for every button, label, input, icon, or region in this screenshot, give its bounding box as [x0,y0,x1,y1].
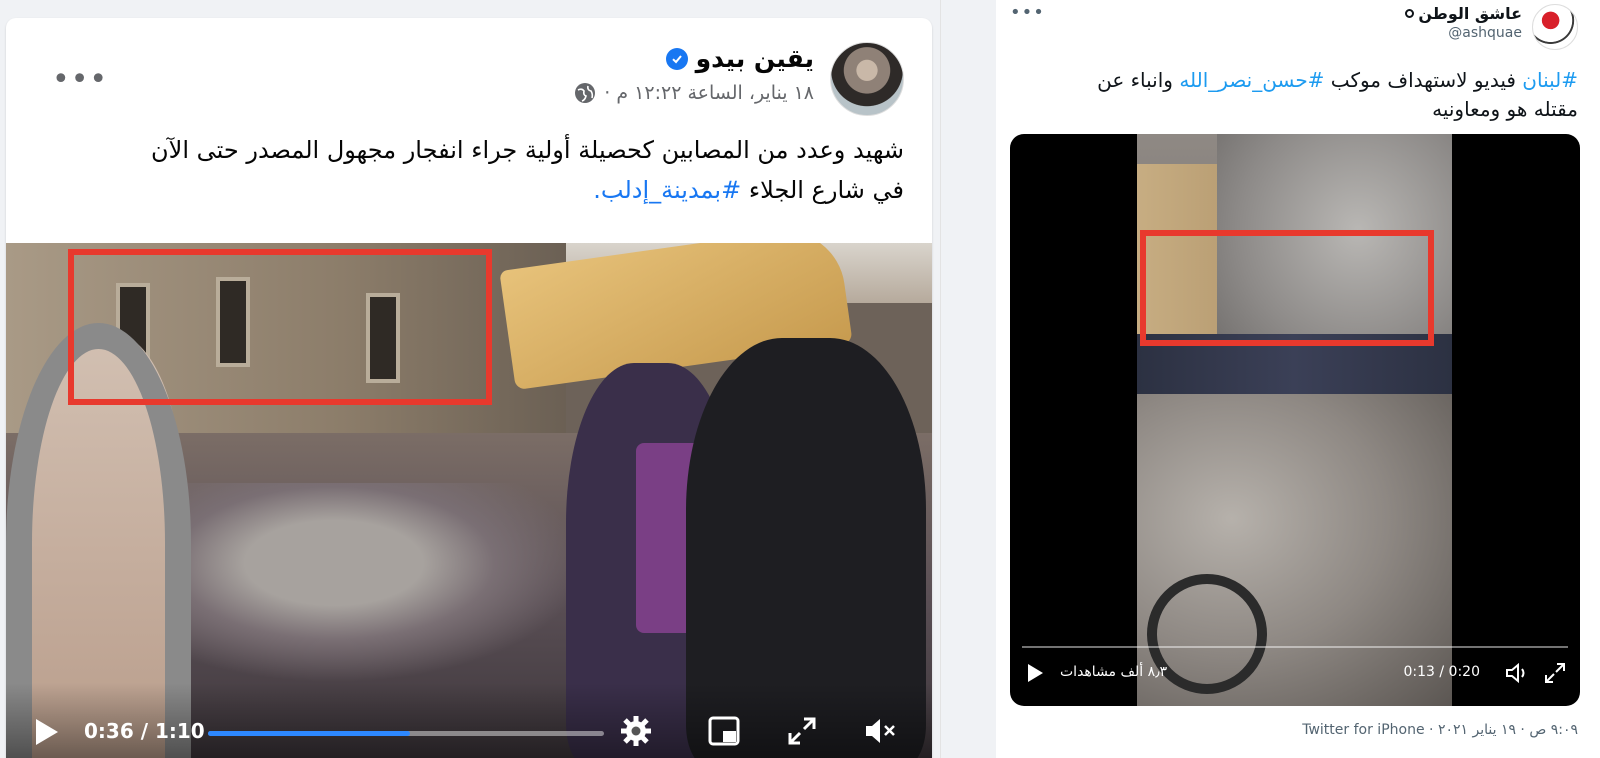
volume-icon[interactable] [1504,660,1530,686]
picture-in-picture-icon[interactable] [706,713,742,749]
highlight-box [68,249,492,405]
play-icon[interactable] [36,719,58,745]
video-frame-rubble-pile [166,483,586,683]
post-timestamp[interactable]: ١٨ يناير، الساعة ١٢:٢٢ م · [604,82,814,104]
fullscreen-icon[interactable] [784,713,820,749]
tweet-footer: ٩:٠٩ ص · ١٩ يناير ٢٠٢١ · Twitter for iPh… [1302,722,1578,738]
video-controls: ٨٫٣ ألف مشاهدات 0:13 / 0:20 [1010,638,1580,706]
post-text-line-2-prefix: في شارع الجلاء [741,176,904,204]
more-options-button[interactable]: ••• [52,65,108,95]
post-meta: ١٨ يناير، الساعة ١٢:٢٢ م · [574,82,814,104]
author-avatar[interactable] [1532,4,1578,50]
author-handle[interactable]: @ashquae [1448,25,1522,41]
author-name-row: يقين بيدو [665,44,814,73]
video-progress-fill [208,731,410,736]
post-text: شهيد وعدد من المصابين كحصيلة أولية جراء … [36,130,904,210]
highlight-box [1140,230,1434,346]
post-text-line-1: شهيد وعدد من المصابين كحصيلة أولية جراء … [151,136,904,164]
video-frame [1137,134,1452,706]
ring-icon [1405,9,1415,18]
hashtag-link[interactable]: #لبنان [1522,68,1578,92]
hashtag-link[interactable]: #حسن_نصر_الله [1179,68,1324,92]
more-options-button[interactable]: ••• [1010,2,1045,23]
tweet-text: #لبنان فيديو لاستهداف موكب #حسن_نصر_الله… [1018,66,1578,124]
video-time: 0:13 / 0:20 [1403,664,1481,680]
tweet-text-line-1: #لبنان فيديو لاستهداف موكب #حسن_نصر_الله… [1018,66,1578,95]
divider [940,0,962,758]
play-icon[interactable] [1028,664,1043,682]
video-progress-bar[interactable] [208,731,604,736]
twitter-post: عاشق الوطن @ashquae ••• #لبنان فيديو لاس… [996,0,1600,758]
view-count: ٨٫٣ ألف مشاهدات [1060,664,1168,680]
tweet-text-segment: وانباء عن [1097,68,1180,92]
settings-icon[interactable] [618,713,654,749]
video-time: 0:36 / 1:10 [84,719,205,743]
muted-volume-icon[interactable] [862,713,898,749]
globe-icon [575,83,596,103]
author-name[interactable]: يقين بيدو [696,44,814,73]
author-avatar[interactable] [830,42,904,116]
twitter-video-player[interactable]: ٨٫٣ ألف مشاهدات 0:13 / 0:20 [1010,134,1580,706]
author-name-row: عاشق الوطن [1405,4,1522,23]
facebook-video-player[interactable]: 0:36 / 1:10 [6,243,932,758]
verified-badge-icon [665,47,688,70]
post-text-line-2: في شارع الجلاء #بمدينة_إدلب. [36,170,904,210]
video-controls: 0:36 / 1:10 [6,683,932,758]
hashtag-link[interactable]: #بمدينة_إدلب. [593,176,741,204]
video-progress-bar[interactable] [1022,646,1568,648]
author-name[interactable]: عاشق الوطن [1418,4,1522,23]
tweet-text-line-2: مقتله هو ومعاونيه [1432,97,1578,121]
tweet-text-segment: فيديو لاستهداف موكب [1324,68,1523,92]
expand-icon[interactable] [1542,660,1568,686]
facebook-post: يقين بيدو ١٨ يناير، الساعة ١٢:٢٢ م · •••… [6,18,932,758]
facebook-post-header: يقين بيدو ١٨ يناير، الساعة ١٢:٢٢ م · ••• [6,18,932,122]
